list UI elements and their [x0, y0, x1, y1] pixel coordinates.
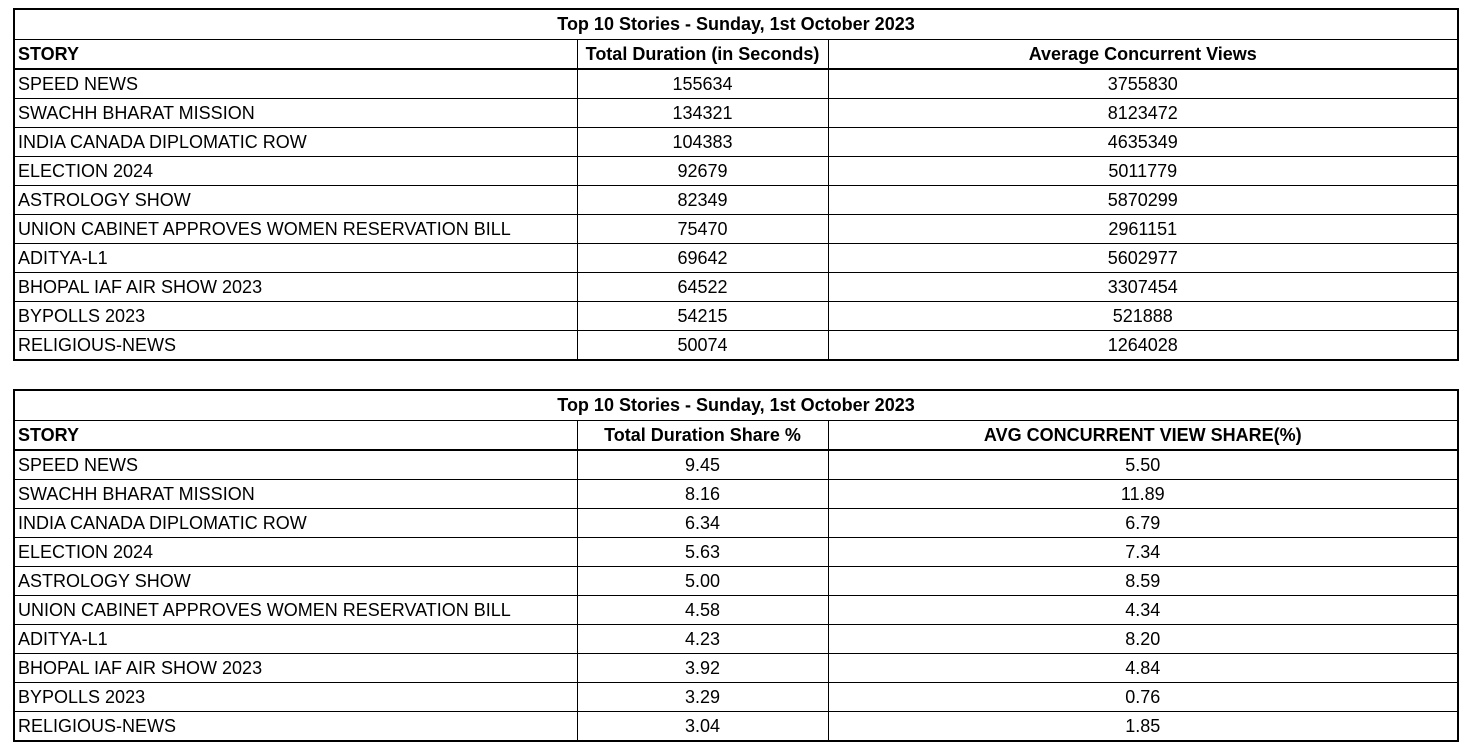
value-cell-1: 104383 — [576, 127, 829, 157]
column-header-total-duration: Total Duration (in Seconds) — [576, 39, 829, 70]
story-cell: ADITYA-L1 — [13, 243, 578, 273]
table-row: RELIGIOUS-NEWS 3.04 1.85 — [13, 711, 1460, 742]
value-cell-1: 69642 — [576, 243, 829, 273]
table-row: BHOPAL IAF AIR SHOW 2023 3.92 4.84 — [13, 653, 1460, 683]
story-cell: INDIA CANADA DIPLOMATIC ROW — [13, 127, 578, 157]
value-cell-1: 5.00 — [576, 566, 829, 596]
value-cell-1: 8.16 — [576, 479, 829, 509]
story-cell: ASTROLOGY SHOW — [13, 566, 578, 596]
table-row: SWACHH BHARAT MISSION 8.16 11.89 — [13, 479, 1460, 509]
value-cell-2: 6.79 — [827, 508, 1460, 538]
share-percentage-table-body: Top 10 Stories - Sunday, 1st October 202… — [12, 389, 1460, 742]
value-cell-2: 1264028 — [827, 330, 1460, 361]
value-cell-1: 82349 — [576, 185, 829, 215]
value-cell-2: 8123472 — [827, 98, 1460, 128]
table-row: ASTROLOGY SHOW 5.00 8.59 — [13, 566, 1460, 596]
value-cell-1: 4.58 — [576, 595, 829, 625]
value-cell-1: 3.29 — [576, 682, 829, 712]
story-cell: ADITYA-L1 — [13, 624, 578, 654]
story-cell: ELECTION 2024 — [13, 537, 578, 567]
story-cell: RELIGIOUS-NEWS — [13, 330, 578, 361]
table-header-row: STORY Total Duration (in Seconds) Averag… — [13, 39, 1460, 70]
value-cell-2: 1.85 — [827, 711, 1460, 742]
column-header-total-duration-share: Total Duration Share % — [576, 420, 829, 451]
value-cell-1: 9.45 — [576, 449, 829, 480]
table-row: UNION CABINET APPROVES WOMEN RESERVATION… — [13, 595, 1460, 625]
column-header-story: STORY — [13, 39, 578, 70]
story-cell: SPEED NEWS — [13, 68, 578, 99]
value-cell-2: 0.76 — [827, 682, 1460, 712]
value-cell-1: 92679 — [576, 156, 829, 186]
value-cell-1: 6.34 — [576, 508, 829, 538]
table-row: ASTROLOGY SHOW 82349 5870299 — [13, 185, 1460, 215]
value-cell-2: 5011779 — [827, 156, 1460, 186]
value-cell-1: 4.23 — [576, 624, 829, 654]
table-row: ELECTION 2024 92679 5011779 — [13, 156, 1460, 186]
duration-views-table: Top 10 Stories - Sunday, 1st October 202… — [12, 8, 1460, 361]
story-cell: INDIA CANADA DIPLOMATIC ROW — [13, 508, 578, 538]
value-cell-2: 5602977 — [827, 243, 1460, 273]
table-row: INDIA CANADA DIPLOMATIC ROW 6.34 6.79 — [13, 508, 1460, 538]
duration-views-table-body: Top 10 Stories - Sunday, 1st October 202… — [12, 8, 1460, 361]
story-cell: ELECTION 2024 — [13, 156, 578, 186]
story-cell: SPEED NEWS — [13, 449, 578, 480]
table-row: SWACHH BHARAT MISSION 134321 8123472 — [13, 98, 1460, 128]
table-header-row: STORY Total Duration Share % AVG CONCURR… — [13, 420, 1460, 451]
value-cell-2: 4635349 — [827, 127, 1460, 157]
value-cell-1: 155634 — [576, 68, 829, 99]
table-row: RELIGIOUS-NEWS 50074 1264028 — [13, 330, 1460, 361]
value-cell-2: 4.84 — [827, 653, 1460, 683]
column-header-story: STORY — [13, 420, 578, 451]
value-cell-2: 3755830 — [827, 68, 1460, 99]
value-cell-1: 64522 — [576, 272, 829, 302]
story-cell: UNION CABINET APPROVES WOMEN RESERVATION… — [13, 214, 578, 244]
table-title-row: Top 10 Stories - Sunday, 1st October 202… — [12, 8, 1460, 40]
story-cell: RELIGIOUS-NEWS — [13, 711, 578, 742]
table-title: Top 10 Stories - Sunday, 1st October 202… — [12, 389, 1460, 421]
value-cell-2: 521888 — [827, 301, 1460, 331]
value-cell-2: 4.34 — [827, 595, 1460, 625]
table-row: INDIA CANADA DIPLOMATIC ROW 104383 4635349 — [13, 127, 1460, 157]
story-cell: BYPOLLS 2023 — [13, 682, 578, 712]
share-percentage-table: Top 10 Stories - Sunday, 1st October 202… — [12, 389, 1460, 742]
column-header-average-concurrent-views: Average Concurrent Views — [827, 39, 1460, 70]
value-cell-1: 75470 — [576, 214, 829, 244]
story-cell: SWACHH BHARAT MISSION — [13, 479, 578, 509]
value-cell-1: 134321 — [576, 98, 829, 128]
table-row: ELECTION 2024 5.63 7.34 — [13, 537, 1460, 567]
value-cell-2: 5870299 — [827, 185, 1460, 215]
story-cell: BHOPAL IAF AIR SHOW 2023 — [13, 653, 578, 683]
story-cell: BYPOLLS 2023 — [13, 301, 578, 331]
table-row: UNION CABINET APPROVES WOMEN RESERVATION… — [13, 214, 1460, 244]
table-row: SPEED NEWS 9.45 5.50 — [13, 449, 1460, 480]
value-cell-2: 7.34 — [827, 537, 1460, 567]
column-header-avg-concurrent-view-share: AVG CONCURRENT VIEW SHARE(%) — [827, 420, 1460, 451]
table-title-row: Top 10 Stories - Sunday, 1st October 202… — [12, 389, 1460, 421]
story-cell: BHOPAL IAF AIR SHOW 2023 — [13, 272, 578, 302]
table-title: Top 10 Stories - Sunday, 1st October 202… — [12, 8, 1460, 40]
table-row: ADITYA-L1 69642 5602977 — [13, 243, 1460, 273]
value-cell-2: 3307454 — [827, 272, 1460, 302]
value-cell-1: 50074 — [576, 330, 829, 361]
story-cell: UNION CABINET APPROVES WOMEN RESERVATION… — [13, 595, 578, 625]
table-row: BYPOLLS 2023 3.29 0.76 — [13, 682, 1460, 712]
value-cell-2: 8.59 — [827, 566, 1460, 596]
table-row: BYPOLLS 2023 54215 521888 — [13, 301, 1460, 331]
table-row: ADITYA-L1 4.23 8.20 — [13, 624, 1460, 654]
story-cell: SWACHH BHARAT MISSION — [13, 98, 578, 128]
value-cell-2: 8.20 — [827, 624, 1460, 654]
table-row: BHOPAL IAF AIR SHOW 2023 64522 3307454 — [13, 272, 1460, 302]
value-cell-2: 11.89 — [827, 479, 1460, 509]
value-cell-1: 5.63 — [576, 537, 829, 567]
value-cell-1: 3.92 — [576, 653, 829, 683]
value-cell-2: 2961151 — [827, 214, 1460, 244]
value-cell-1: 3.04 — [576, 711, 829, 742]
value-cell-1: 54215 — [576, 301, 829, 331]
table-row: SPEED NEWS 155634 3755830 — [13, 68, 1460, 99]
value-cell-2: 5.50 — [827, 449, 1460, 480]
story-cell: ASTROLOGY SHOW — [13, 185, 578, 215]
